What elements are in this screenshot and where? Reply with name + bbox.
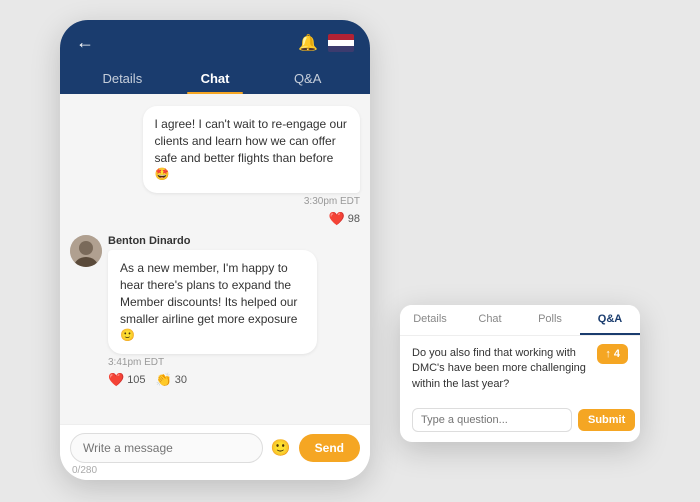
flag-icon	[328, 34, 354, 52]
overlay-card: Details Chat Polls Q&A Do you also find …	[400, 305, 640, 442]
tab-chat[interactable]: Chat	[169, 63, 262, 94]
send-button[interactable]: Send	[299, 434, 360, 462]
tab-details[interactable]: Details	[76, 63, 169, 94]
message-bubble-out: I agree! I can't wait to re-engage our c…	[143, 106, 361, 193]
char-count: 0/280	[70, 465, 360, 476]
reaction-heart-in: ❤️ 105	[108, 372, 146, 388]
chat-input-area: 🙂 Send 0/280	[60, 424, 370, 480]
tab-qa[interactable]: Q&A	[261, 63, 354, 94]
message-reactions-in: ❤️ 105 👏 30	[108, 372, 317, 388]
reaction-clap-in: 👏 30	[156, 372, 187, 388]
phone-tabs: Details Chat Q&A	[76, 63, 354, 94]
overlay-tab-qa[interactable]: Q&A	[580, 305, 640, 335]
message-bubble-in: As a new member, I'm happy to hear there…	[108, 250, 317, 354]
overlay-input-row: Submit	[412, 408, 628, 432]
message-in-body: Benton Dinardo As a new member, I'm happ…	[108, 235, 317, 388]
reaction-heart-out: ❤️ 98	[329, 211, 360, 227]
emoji-picker-button[interactable]: 🙂	[271, 438, 291, 458]
overlay-tab-polls[interactable]: Polls	[520, 305, 580, 335]
overlay-body: Do you also find that working with DMC's…	[400, 336, 640, 442]
chat-area: I agree! I can't wait to re-engage our c…	[60, 94, 370, 424]
message-outgoing: I agree! I can't wait to re-engage our c…	[143, 106, 361, 227]
overlay-question: Do you also find that working with DMC's…	[412, 346, 591, 392]
input-row: 🙂 Send	[70, 433, 360, 463]
scene: ← 🔔 Details Chat Q&A	[0, 0, 700, 502]
phone-main: ← 🔔 Details Chat Q&A	[60, 20, 370, 480]
message-input[interactable]	[70, 433, 263, 463]
overlay-tab-details[interactable]: Details	[400, 305, 460, 335]
overlay-tabs: Details Chat Polls Q&A	[400, 305, 640, 336]
message-sender: Benton Dinardo	[108, 235, 317, 247]
avatar-benton	[70, 235, 102, 267]
upvote-arrow-icon: ↑	[605, 348, 611, 360]
overlay-tab-chat[interactable]: Chat	[460, 305, 520, 335]
message-reactions-out: ❤️ 98	[143, 211, 361, 227]
back-button[interactable]: ←	[76, 32, 94, 53]
bell-icon[interactable]: 🔔	[298, 33, 318, 53]
submit-question-button[interactable]: Submit	[578, 409, 635, 431]
message-time-in: 3:41pm EDT	[108, 357, 317, 368]
upvote-button[interactable]: ↑ 4	[597, 344, 628, 364]
phone-header: ← 🔔 Details Chat Q&A	[60, 20, 370, 94]
header-icons: 🔔	[298, 33, 354, 53]
message-time-out: 3:30pm EDT	[143, 196, 361, 207]
question-input[interactable]	[412, 408, 572, 432]
message-incoming: Benton Dinardo As a new member, I'm happ…	[70, 235, 317, 388]
